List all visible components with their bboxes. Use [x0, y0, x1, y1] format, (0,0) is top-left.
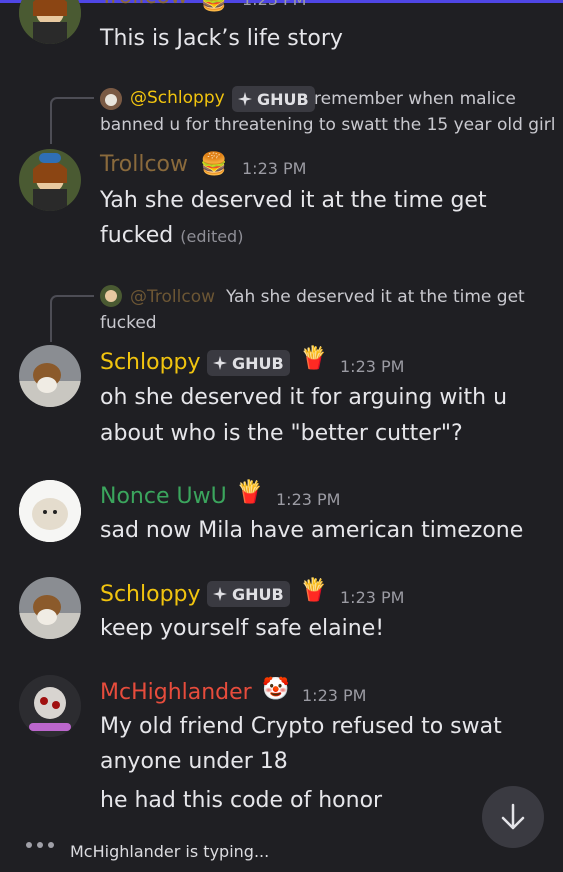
author-name[interactable]: Schloppy	[100, 582, 201, 607]
message-text[interactable]: My old friend Crypto refused to swat	[100, 709, 502, 744]
message-text[interactable]: fucked (edited)	[100, 218, 243, 254]
scroll-to-bottom-button[interactable]	[482, 786, 544, 848]
message-text[interactable]: sad now Mila have american timezone	[100, 513, 523, 548]
edited-tag: (edited)	[180, 227, 244, 246]
avatar-nonce-uwu[interactable]	[19, 480, 81, 542]
reply-preview-line-2[interactable]: fucked	[100, 313, 157, 333]
reply-connector	[50, 97, 94, 144]
typing-indicator: McHighlander is typing...	[70, 842, 270, 861]
reply-connector	[50, 295, 94, 342]
message-text[interactable]: oh she deserved it for arguing with u	[100, 380, 507, 415]
burger-emoji-icon: 🍔	[200, 0, 228, 13]
avatar-trollcow[interactable]	[19, 149, 81, 211]
message-text[interactable]: keep yourself safe elaine!	[100, 611, 384, 646]
message-text[interactable]: about who is the "better cutter"?	[100, 416, 463, 451]
reply-preview-line-1[interactable]: Yah she deserved it at the time get	[226, 287, 525, 307]
ghub-badge: GHUB	[207, 350, 290, 376]
message-text[interactable]: he had this code of honor	[100, 783, 382, 818]
reply-author[interactable]: @Schloppy	[130, 88, 225, 108]
scroll-down-arrow-icon	[501, 803, 525, 830]
timestamp: 1:23 PM	[242, 159, 307, 178]
message-text[interactable]: Yah she deserved it at the time get	[100, 183, 487, 218]
reply-avatar-trollcow	[100, 285, 122, 307]
timestamp: 1:23 PM	[340, 588, 405, 607]
timestamp: 1:23 PM	[276, 490, 341, 509]
author-name[interactable]: Nonce UwU	[100, 484, 227, 509]
avatar-schloppy[interactable]	[19, 345, 81, 407]
ghub-badge: GHUB	[207, 581, 290, 607]
avatar-trollcow[interactable]	[19, 0, 81, 44]
reply-author[interactable]: @Trollcow	[130, 287, 215, 307]
timestamp: 1:23 PM	[340, 357, 405, 376]
ghub-sparkle-icon	[213, 587, 227, 601]
timestamp: 1:23 PM	[242, 0, 306, 9]
author-name[interactable]: Trollcow	[100, 152, 188, 177]
author-name[interactable]: Schloppy	[100, 350, 201, 375]
ghub-sparkle-icon	[238, 92, 252, 106]
reply-preview-line-2[interactable]: banned u for threatening to swatt the 15…	[100, 115, 556, 135]
author-name[interactable]: McHighlander	[100, 680, 252, 705]
ronald-emoji-icon: 🤡	[262, 677, 290, 702]
avatar-schloppy[interactable]	[19, 577, 81, 639]
fries-emoji-icon: 🍟	[236, 480, 264, 505]
author-name[interactable]: Trollcow	[100, 0, 188, 9]
ghub-sparkle-icon	[213, 356, 227, 370]
reply-preview-line-1[interactable]: remember when malice	[314, 89, 516, 109]
avatar-mchighlander[interactable]	[19, 675, 81, 737]
reply-avatar-schloppy	[100, 88, 122, 110]
typing-dots-icon	[26, 842, 54, 848]
message-text[interactable]: This is Jack’s life story	[100, 21, 343, 56]
fries-emoji-icon: 🍟	[300, 346, 328, 371]
fries-emoji-icon: 🍟	[300, 578, 328, 603]
message-text[interactable]: anyone under 18	[100, 744, 288, 779]
ghub-badge: GHUB	[232, 86, 315, 112]
burger-emoji-icon: 🍔	[200, 152, 228, 177]
timestamp: 1:23 PM	[302, 686, 367, 705]
